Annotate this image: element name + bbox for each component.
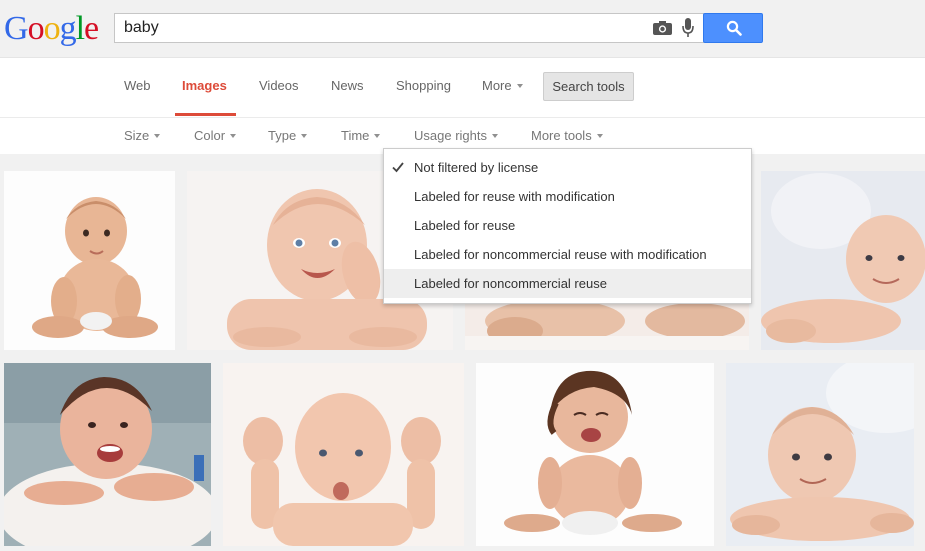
tool-time[interactable]: Time xyxy=(341,128,381,144)
tool-usage-rights-label: Usage rights xyxy=(414,128,487,143)
logo-letter: o xyxy=(27,10,45,47)
caret-down-icon xyxy=(301,133,308,138)
google-logo[interactable]: Google xyxy=(4,10,99,48)
caret-down-icon xyxy=(230,133,237,138)
magnifier-icon xyxy=(726,20,742,36)
tool-usage-rights[interactable]: Usage rights xyxy=(414,128,498,144)
tool-type[interactable]: Type xyxy=(268,128,308,144)
logo-letter: e xyxy=(84,10,99,47)
tool-size-label: Size xyxy=(124,128,150,143)
checkmark-icon xyxy=(392,162,404,173)
image-result[interactable] xyxy=(761,171,925,350)
caret-down-icon xyxy=(491,133,498,138)
menu-item-label: Not filtered by license xyxy=(414,160,539,175)
caret-down-icon xyxy=(374,133,381,138)
tool-more-tools[interactable]: More tools xyxy=(531,128,603,144)
tab-web[interactable]: Web xyxy=(124,78,151,94)
tab-more[interactable]: More xyxy=(482,78,523,94)
logo-letter: l xyxy=(75,10,86,47)
menu-item-not-filtered[interactable]: Not filtered by license xyxy=(384,153,751,182)
microphone-icon[interactable] xyxy=(682,18,694,38)
tool-color-label: Color xyxy=(194,128,226,143)
tool-time-label: Time xyxy=(341,128,370,143)
tab-videos[interactable]: Videos xyxy=(259,78,299,94)
tab-shopping[interactable]: Shopping xyxy=(396,78,451,94)
search-tools-button[interactable]: Search tools xyxy=(543,72,634,101)
tool-more-tools-label: More tools xyxy=(531,128,592,143)
tab-images[interactable]: Images xyxy=(182,78,227,94)
google-image-search-page: Google Web Images Vide xyxy=(0,0,925,551)
menu-item-reuse[interactable]: Labeled for reuse xyxy=(384,211,751,240)
tool-size[interactable]: Size xyxy=(124,128,161,144)
usage-rights-menu: Not filtered by license Labeled for reus… xyxy=(383,148,752,304)
caret-down-icon xyxy=(596,133,603,138)
image-result[interactable] xyxy=(4,171,175,350)
search-input[interactable] xyxy=(124,14,624,42)
active-tab-indicator xyxy=(175,113,236,116)
image-result[interactable] xyxy=(223,363,464,546)
image-result[interactable] xyxy=(476,363,714,546)
menu-item-reuse-modification[interactable]: Labeled for reuse with modification xyxy=(384,182,751,211)
caret-down-icon xyxy=(154,133,161,138)
image-result[interactable] xyxy=(4,363,211,546)
logo-letter: G xyxy=(4,10,29,47)
menu-item-label: Labeled for reuse xyxy=(414,218,516,233)
tool-type-label: Type xyxy=(268,128,297,143)
header-bar: Google xyxy=(0,0,925,58)
menu-item-noncommercial[interactable]: Labeled for noncommercial reuse xyxy=(384,269,751,298)
tab-more-label: More xyxy=(482,78,512,93)
tab-news[interactable]: News xyxy=(331,78,364,94)
search-button[interactable] xyxy=(703,13,763,43)
caret-down-icon xyxy=(516,83,523,88)
logo-letter: o xyxy=(43,10,61,47)
menu-item-label: Labeled for noncommercial reuse xyxy=(414,276,607,291)
menu-item-noncommercial-modification[interactable]: Labeled for noncommercial reuse with mod… xyxy=(384,240,751,269)
search-type-nav: Web Images Videos News Shopping More Sea… xyxy=(0,58,925,118)
menu-item-label: Labeled for noncommercial reuse with mod… xyxy=(414,247,707,262)
camera-icon[interactable] xyxy=(653,21,672,35)
logo-letter: g xyxy=(59,10,77,47)
image-result[interactable] xyxy=(726,363,914,546)
menu-item-label: Labeled for reuse with modification xyxy=(414,189,615,204)
tool-color[interactable]: Color xyxy=(194,128,237,144)
search-box xyxy=(114,13,704,43)
